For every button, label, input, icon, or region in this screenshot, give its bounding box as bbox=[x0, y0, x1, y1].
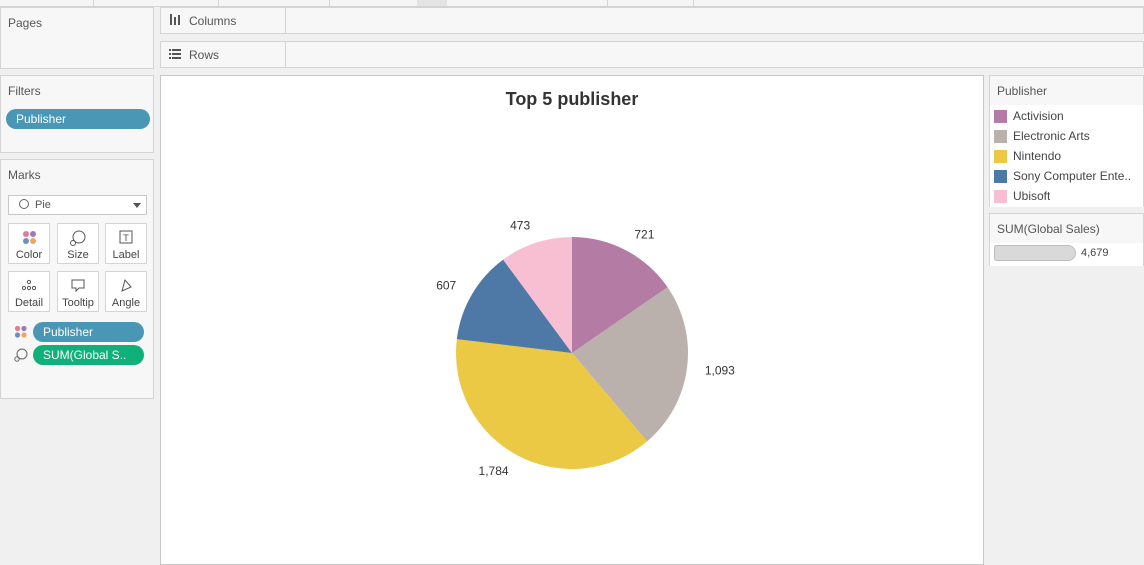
size-legend-body: 4,679 bbox=[990, 243, 1143, 266]
pie-icon bbox=[19, 199, 29, 209]
legend-item-label: Ubisoft bbox=[1013, 189, 1051, 203]
legend-item-activision[interactable]: Activision bbox=[994, 107, 1140, 125]
label-icon: T bbox=[106, 228, 146, 248]
marks-field-label: Publisher bbox=[43, 325, 94, 339]
rows-drop-zone[interactable] bbox=[287, 42, 1143, 67]
legend-item-nintendo[interactable]: Nintendo bbox=[994, 147, 1140, 165]
pie-chart[interactable]: 721 1,093 1,784 607 473 bbox=[161, 76, 983, 564]
rows-icon bbox=[169, 48, 183, 62]
legend-swatch bbox=[994, 129, 1007, 143]
size-legend-title: SUM(Global Sales) bbox=[997, 222, 1100, 236]
marks-field-pill-sum-global-sales[interactable]: SUM(Global S.. bbox=[33, 345, 144, 365]
legend-item-ubisoft[interactable]: Ubisoft bbox=[994, 187, 1140, 205]
label-button[interactable]: T Label bbox=[105, 223, 147, 264]
mark-type-select[interactable]: Pie bbox=[8, 195, 147, 215]
angle-button[interactable]: Angle bbox=[105, 271, 147, 312]
columns-shelf[interactable]: Columns bbox=[160, 7, 1144, 34]
size-icon bbox=[58, 228, 98, 248]
size-button-label: Size bbox=[67, 249, 89, 261]
size-icon bbox=[13, 347, 29, 366]
legend-item-label: Electronic Arts bbox=[1013, 129, 1090, 143]
pie-data-label: 1,093 bbox=[705, 364, 735, 378]
color-dots-icon bbox=[9, 228, 49, 248]
color-legend-card[interactable]: Publisher Activision Electronic Arts Nin… bbox=[989, 75, 1144, 207]
legend-swatch bbox=[994, 149, 1007, 163]
pages-card[interactable]: Pages bbox=[0, 7, 154, 69]
size-legend-value: 4,679 bbox=[1081, 247, 1109, 259]
legend-item-electronic-arts[interactable]: Electronic Arts bbox=[994, 127, 1140, 145]
tooltip-icon bbox=[58, 276, 98, 296]
pie-data-label: 1,784 bbox=[479, 464, 509, 478]
filters-title: Filters bbox=[8, 84, 41, 98]
size-button[interactable]: Size bbox=[57, 223, 99, 264]
marks-field-pill-publisher[interactable]: Publisher bbox=[33, 322, 144, 342]
size-legend-card[interactable]: SUM(Global Sales) 4,679 bbox=[989, 213, 1144, 266]
legend-swatch bbox=[994, 189, 1007, 203]
svg-text:T: T bbox=[122, 234, 129, 244]
columns-icon bbox=[169, 13, 183, 28]
marks-title: Marks bbox=[8, 168, 41, 182]
size-legend-bar bbox=[994, 245, 1076, 261]
color-dots-icon bbox=[13, 324, 29, 343]
legend-item-label: Activision bbox=[1013, 109, 1064, 123]
pie-data-label: 473 bbox=[510, 219, 530, 233]
legend-title: Publisher bbox=[997, 84, 1048, 98]
tooltip-button[interactable]: Tooltip bbox=[57, 271, 99, 312]
pie-data-label: 607 bbox=[436, 279, 456, 293]
label-button-label: Label bbox=[112, 249, 140, 261]
legend-item-label: Nintendo bbox=[1013, 149, 1062, 163]
filter-pill-publisher[interactable]: Publisher bbox=[6, 109, 150, 129]
rows-shelf-label: Rows bbox=[161, 42, 286, 67]
legend-swatch bbox=[994, 109, 1007, 123]
legend-item-sony[interactable]: Sony Computer Ente.. bbox=[994, 167, 1140, 185]
filters-card[interactable]: Filters Publisher bbox=[0, 75, 154, 153]
filter-pill-label: Publisher bbox=[16, 112, 67, 126]
detail-button-label: Detail bbox=[14, 297, 44, 309]
legend-item-label: Sony Computer Ente.. bbox=[1013, 169, 1132, 183]
marks-card[interactable]: Marks Pie Color Size T Label Detail Tool… bbox=[0, 159, 154, 399]
rows-label: Rows bbox=[189, 47, 220, 62]
detail-button[interactable]: Detail bbox=[8, 271, 50, 312]
color-button-label: Color bbox=[15, 249, 43, 261]
marks-field-label: SUM(Global S.. bbox=[43, 348, 127, 362]
viz-canvas[interactable]: Top 5 publisher 721 1,093 1,784 607 473 bbox=[160, 75, 984, 565]
angle-icon bbox=[106, 276, 146, 296]
columns-drop-zone[interactable] bbox=[287, 8, 1143, 33]
chevron-down-icon bbox=[133, 203, 141, 208]
color-button[interactable]: Color bbox=[8, 223, 50, 264]
columns-shelf-label: Columns bbox=[161, 8, 286, 33]
mark-type-value: Pie bbox=[35, 199, 51, 211]
tooltip-button-label: Tooltip bbox=[62, 297, 94, 309]
pie-data-label: 721 bbox=[634, 227, 654, 241]
columns-label: Columns bbox=[189, 13, 237, 28]
angle-button-label: Angle bbox=[111, 297, 141, 309]
legend-swatch bbox=[994, 169, 1007, 183]
rows-shelf[interactable]: Rows bbox=[160, 41, 1144, 68]
detail-icon bbox=[9, 276, 49, 296]
legend-items: Activision Electronic Arts Nintendo Sony… bbox=[990, 105, 1143, 207]
pages-title: Pages bbox=[8, 16, 43, 30]
sheet-tab-strip bbox=[0, 0, 1144, 7]
